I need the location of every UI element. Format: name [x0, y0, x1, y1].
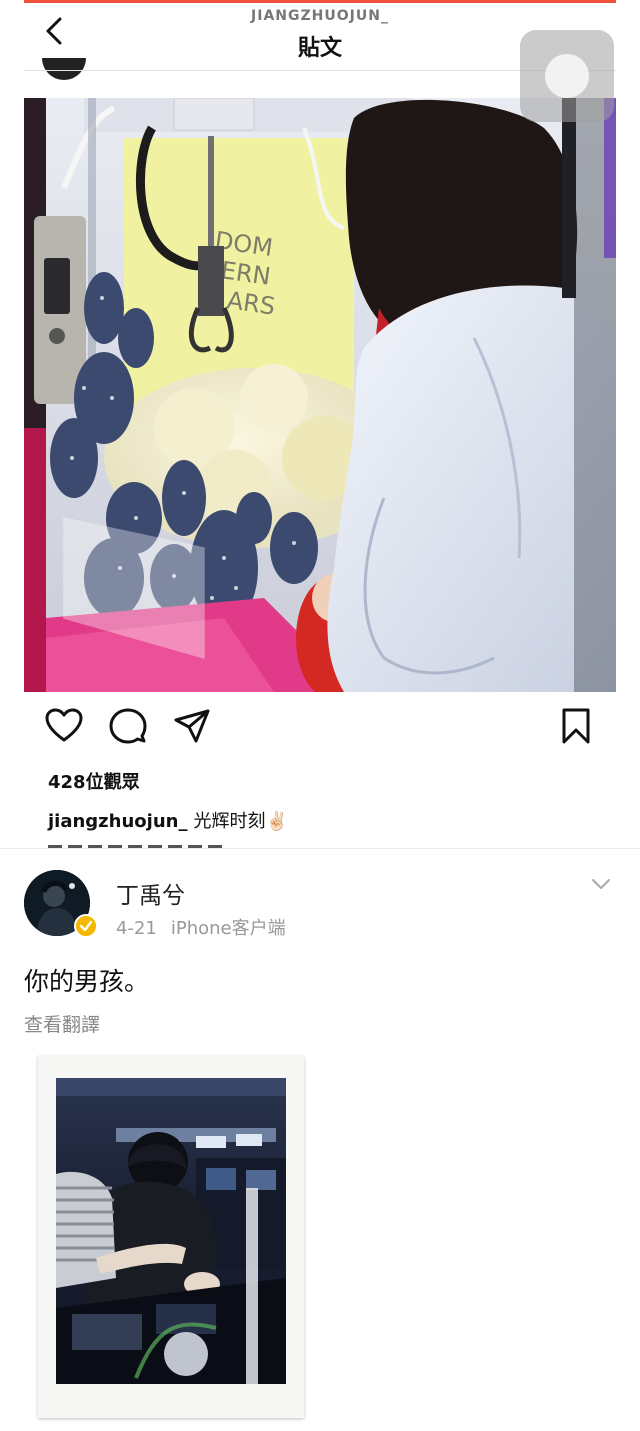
translate-link[interactable]: 查看翻譯 [24, 1010, 100, 1037]
post-image-polaroid[interactable] [38, 1056, 304, 1418]
view-count: 428位觀眾 [48, 772, 140, 793]
post-actions [24, 706, 616, 750]
share-icon[interactable] [172, 706, 212, 746]
assistive-touch-button[interactable] [520, 30, 614, 122]
avatar [42, 58, 86, 80]
post-photo[interactable]: DOM ERN ARS [24, 98, 616, 692]
comment-icon[interactable] [108, 706, 148, 746]
post-meta: 4-21 iPhone客户端 [116, 914, 286, 940]
header-username: JIANGZHUOJUN_ [251, 8, 389, 24]
bookmark-icon[interactable] [556, 706, 596, 746]
heart-icon[interactable] [44, 706, 84, 746]
caption-username[interactable]: jiangzhuojun_ [48, 811, 187, 832]
post-caption: jiangzhuojun_ 光辉时刻✌🏻 [48, 807, 288, 833]
post-text: 你的男孩。 [24, 967, 150, 996]
caption-text: 光辉时刻✌🏻 [193, 811, 288, 832]
verified-badge-icon [74, 914, 98, 938]
chevron-down-icon[interactable] [590, 876, 612, 892]
instagram-post-screenshot: JIANGZHUOJUN_ 貼文 DOM ERN ARS 428位觀眾 jian… [24, 0, 616, 848]
assistive-touch-dot [545, 54, 589, 98]
post-date: 4-21 [116, 918, 157, 939]
post-image [56, 1078, 286, 1384]
author-name[interactable]: 丁禹兮 [116, 876, 185, 910]
cropped-comment-line [48, 840, 268, 848]
post-source: iPhone客户端 [170, 918, 286, 939]
section-divider [0, 848, 640, 849]
